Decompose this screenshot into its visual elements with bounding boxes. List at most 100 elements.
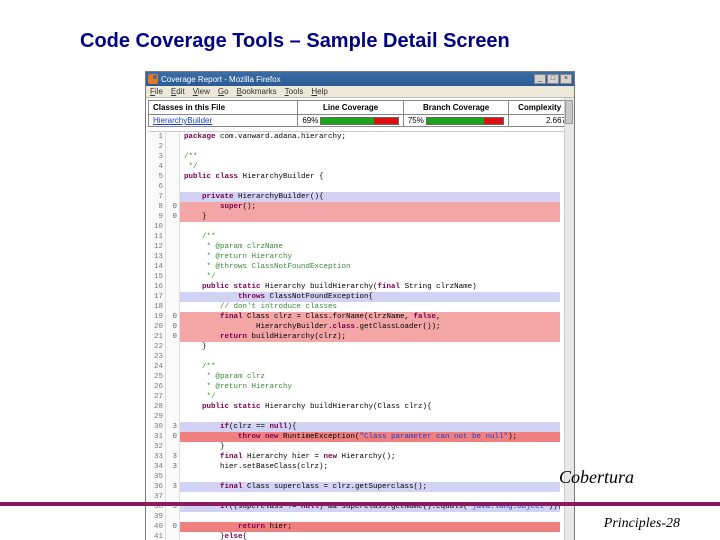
source-text: } — [180, 342, 560, 352]
hit-count: 3 — [166, 482, 180, 492]
hit-count — [166, 252, 180, 262]
code-line: 200 HierarchyBuilder.class.getClassLoade… — [148, 322, 560, 332]
hit-count — [166, 402, 180, 412]
line-number: 37 — [148, 492, 166, 502]
line-number: 40 — [148, 522, 166, 532]
col-file: Classes in this File — [149, 101, 298, 114]
hit-count — [166, 382, 180, 392]
hit-count — [166, 142, 180, 152]
code-line: 13 * @return Hierarchy — [148, 252, 560, 262]
hit-count — [166, 222, 180, 232]
line-number: 30 — [148, 422, 166, 432]
slide-footer: Principles-28 — [604, 516, 680, 532]
browser-window: Coverage Report - Mozilla Firefox _ □ × … — [145, 71, 575, 540]
line-number: 32 — [148, 442, 166, 452]
line-number: 1 — [148, 132, 166, 142]
coverage-table-header: Classes in this File Line Coverage Branc… — [148, 100, 572, 115]
source-text: final Class clrz = Class.forName(clrzNam… — [180, 312, 560, 322]
window-titlebar[interactable]: Coverage Report - Mozilla Firefox _ □ × — [146, 72, 574, 86]
code-line: 190 final Class clrz = Class.forName(clr… — [148, 312, 560, 322]
line-number: 7 — [148, 192, 166, 202]
code-line: 6 — [148, 182, 560, 192]
line-number: 19 — [148, 312, 166, 322]
hit-count: 3 — [166, 452, 180, 462]
hit-count — [166, 492, 180, 502]
line-number: 20 — [148, 322, 166, 332]
menu-edit[interactable]: Edit — [171, 87, 185, 96]
code-line: 14 * @throws ClassNotFoundException — [148, 262, 560, 272]
menu-bookmarks[interactable]: Bookmarks — [237, 87, 277, 96]
source-text: throw new RuntimeException("Class parame… — [180, 432, 560, 442]
line-number: 39 — [148, 512, 166, 522]
hit-count — [166, 172, 180, 182]
line-number: 17 — [148, 292, 166, 302]
hit-count: 0 — [166, 202, 180, 212]
source-text — [180, 222, 560, 232]
hit-count — [166, 532, 180, 540]
line-number: 6 — [148, 182, 166, 192]
line-number: 41 — [148, 532, 166, 540]
source-text: final Class superclass = clrz.getSupercl… — [180, 482, 560, 492]
hit-count — [166, 412, 180, 422]
line-number: 26 — [148, 382, 166, 392]
source-text: super(); — [180, 202, 560, 212]
coverage-table-row: HierarchyBuilder 69% 75% 2.667 — [148, 115, 572, 127]
window-title: Coverage Report - Mozilla Firefox — [161, 75, 534, 84]
code-line: 39 — [148, 512, 560, 522]
source-text: /** — [180, 152, 560, 162]
source-text — [180, 472, 560, 482]
menu-go[interactable]: Go — [218, 87, 229, 96]
line-number: 27 — [148, 392, 166, 402]
menu-file[interactable]: File — [150, 87, 163, 96]
class-link[interactable]: HierarchyBuilder — [149, 115, 298, 126]
code-line: 4 */ — [148, 162, 560, 172]
hit-count: 3 — [166, 462, 180, 472]
source-text: } — [180, 212, 560, 222]
source-text — [180, 182, 560, 192]
close-button[interactable]: × — [560, 74, 572, 84]
hit-count: 0 — [166, 332, 180, 342]
menu-tools[interactable]: Tools — [285, 87, 304, 96]
hit-count — [166, 292, 180, 302]
firefox-icon — [148, 74, 158, 84]
source-text: /** — [180, 362, 560, 372]
source-text: throws ClassNotFoundException{ — [180, 292, 560, 302]
hit-count: 0 — [166, 312, 180, 322]
hit-count — [166, 352, 180, 362]
code-line: 16 public static Hierarchy buildHierarch… — [148, 282, 560, 292]
hit-count — [166, 512, 180, 522]
hit-count — [166, 342, 180, 352]
code-line: 210 return buildHierarchy(clrz); — [148, 332, 560, 342]
code-line: 17 throws ClassNotFoundException{ — [148, 292, 560, 302]
line-number: 35 — [148, 472, 166, 482]
code-line: 25 * @param clrz — [148, 372, 560, 382]
line-number: 28 — [148, 402, 166, 412]
line-number: 11 — [148, 232, 166, 242]
menu-view[interactable]: View — [193, 87, 210, 96]
code-line: 28 public static Hierarchy buildHierarch… — [148, 402, 560, 412]
line-coverage-pct: 69% — [302, 116, 318, 125]
source-text: if(clrz == null){ — [180, 422, 560, 432]
source-text: HierarchyBuilder.class.getClassLoader())… — [180, 322, 560, 332]
source-text: public static Hierarchy buildHierarchy(C… — [180, 402, 560, 412]
line-number: 8 — [148, 202, 166, 212]
line-coverage-bar — [320, 117, 398, 125]
code-line: 5public class HierarchyBuilder { — [148, 172, 560, 182]
line-number: 13 — [148, 252, 166, 262]
hit-count — [166, 442, 180, 452]
code-line: 343 hier.setBaseClass(clrz); — [148, 462, 560, 472]
line-number: 12 — [148, 242, 166, 252]
maximize-button[interactable]: □ — [547, 74, 559, 84]
minimize-button[interactable]: _ — [534, 74, 546, 84]
code-line: 35 — [148, 472, 560, 482]
line-number: 2 — [148, 142, 166, 152]
hit-count — [166, 392, 180, 402]
menu-help[interactable]: Help — [311, 87, 327, 96]
code-line: 11 /** — [148, 232, 560, 242]
line-number: 33 — [148, 452, 166, 462]
hit-count — [166, 302, 180, 312]
scrollbar-thumb[interactable] — [565, 100, 573, 124]
code-line: 18 // don't introduce classes — [148, 302, 560, 312]
code-line: 333 final Hierarchy hier = new Hierarchy… — [148, 452, 560, 462]
caption: Cobertura — [559, 467, 634, 488]
